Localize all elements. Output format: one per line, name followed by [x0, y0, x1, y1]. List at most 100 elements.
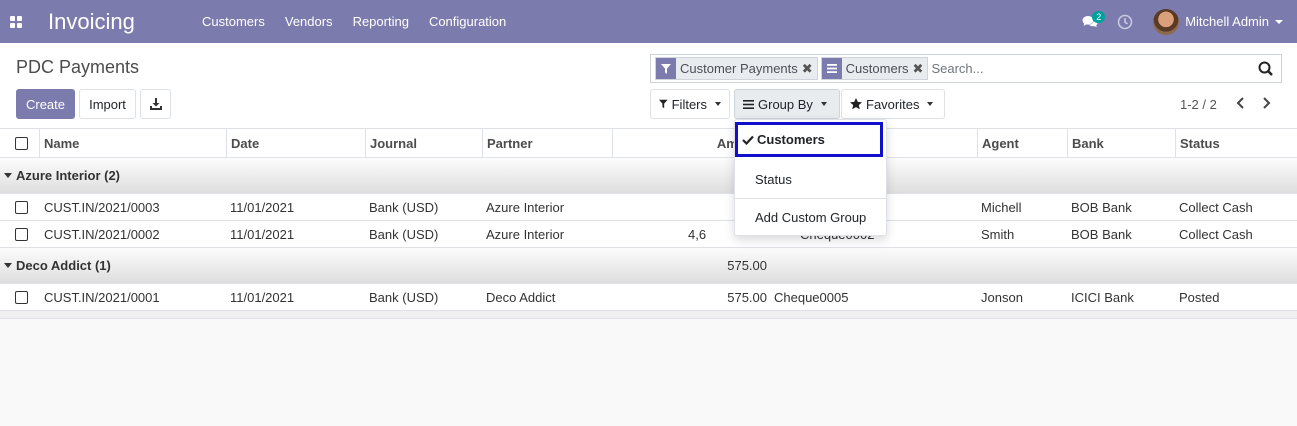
column-header-date[interactable]: Date [227, 129, 366, 158]
filter-icon [659, 99, 668, 109]
group-total-amount: 575.00 [727, 258, 767, 273]
pager-previous-icon[interactable] [1232, 95, 1248, 111]
caret-down-icon [820, 102, 827, 106]
row-checkbox[interactable] [15, 290, 28, 304]
cell-partner: Azure Interior [486, 226, 565, 242]
filters-button[interactable]: Filters [650, 89, 730, 119]
table-footer [0, 311, 1297, 319]
row-checkbox[interactable] [15, 227, 28, 241]
main-menu: Customers Vendors Reporting Configuratio… [192, 14, 516, 29]
remove-facet-icon[interactable]: ✖ [913, 58, 928, 79]
cell-status: Collect Cash [1179, 199, 1253, 215]
column-header-agent[interactable]: Agent [978, 129, 1068, 158]
messaging-icon[interactable]: 2 [1075, 0, 1106, 43]
group-by-icon [743, 99, 754, 109]
menu-reporting[interactable]: Reporting [343, 14, 419, 29]
cell-journal: Bank (USD) [369, 199, 439, 215]
cell-bank: BOB Bank [1071, 199, 1132, 215]
group-row-deco-addict[interactable]: Deco Addict (1) 575.00 [0, 248, 1297, 284]
group-by-option-customers[interactable]: Customers [735, 122, 883, 157]
download-icon [149, 98, 162, 110]
table-header: Name Date Journal Partner Amount Agent B… [0, 129, 1297, 158]
group-header: Deco Addict (1) [4, 248, 111, 283]
activity-clock-icon[interactable] [1117, 14, 1133, 30]
column-header-status[interactable]: Status [1176, 129, 1297, 158]
caret-down-icon [4, 173, 12, 178]
add-custom-group-option[interactable]: Add Custom Group [735, 204, 886, 230]
top-navbar: Invoicing Customers Vendors Reporting Co… [0, 0, 1297, 43]
cell-status: Collect Cash [1179, 226, 1253, 242]
user-name[interactable]: Mitchell Admin [1185, 14, 1269, 29]
cell-name: CUST.IN/2021/0001 [44, 289, 160, 305]
menu-vendors[interactable]: Vendors [275, 14, 343, 29]
group-label: Deco Addict (1) [16, 258, 111, 273]
menu-configuration[interactable]: Configuration [419, 14, 516, 29]
search-facet-filter: Customer Payments ✖ [655, 57, 818, 80]
app-menu-icon[interactable] [0, 0, 32, 43]
group-by-label: Group By [758, 96, 813, 112]
cell-amount: 575.00 [727, 289, 767, 305]
cell-cheque: Cheque0005 [774, 289, 849, 305]
group-by-option-status[interactable]: Status [735, 166, 886, 192]
cell-journal: Bank (USD) [369, 289, 439, 305]
search-input[interactable] [931, 57, 1253, 80]
cell-name: CUST.IN/2021/0002 [44, 226, 160, 242]
cell-date: 11/01/2021 [230, 289, 295, 305]
column-header-journal[interactable]: Journal [366, 129, 483, 158]
cell-agent: Jonson [981, 289, 1023, 305]
create-button[interactable]: Create [16, 89, 75, 119]
table-row[interactable]: CUST.IN/2021/0001 11/01/2021 Bank (USD) … [0, 284, 1297, 311]
favorites-button[interactable]: Favorites [841, 89, 945, 119]
app-title[interactable]: Invoicing [48, 9, 176, 35]
search-icon[interactable] [1253, 57, 1277, 81]
dropdown-divider [735, 198, 886, 199]
user-avatar[interactable] [1153, 8, 1180, 35]
export-button[interactable] [140, 89, 171, 119]
star-icon [850, 98, 862, 110]
group-by-button[interactable]: Group By [734, 89, 840, 119]
pager-next-icon[interactable] [1259, 95, 1275, 111]
row-checkbox[interactable] [15, 200, 28, 214]
search-facet-group-by: Customers ✖ [820, 57, 929, 80]
check-icon [742, 135, 754, 145]
cell-status: Posted [1179, 289, 1220, 305]
import-button[interactable]: Import [79, 89, 136, 119]
page-title: PDC Payments [16, 57, 140, 77]
cell-date: 11/01/2021 [230, 199, 295, 215]
cell-name: CUST.IN/2021/0003 [44, 199, 160, 215]
favorites-label: Favorites [866, 96, 920, 112]
group-header: Azure Interior (2) [4, 158, 120, 193]
select-all-checkbox[interactable] [15, 137, 28, 150]
column-header-partner[interactable]: Partner [483, 129, 613, 158]
systray: 2 Mitchell Admin [1075, 0, 1297, 43]
table-row[interactable]: CUST.IN/2021/0003 11/01/2021 Bank (USD) … [0, 194, 1297, 221]
group-by-dropdown: Customers Status Add Custom Group [734, 119, 887, 236]
facet-label: Customers [845, 61, 909, 76]
group-row-azure-interior[interactable]: Azure Interior (2) 5,0 [0, 158, 1297, 194]
option-label: Customers [757, 132, 825, 147]
facet-label: Customer Payments [680, 61, 798, 76]
group-label: Azure Interior (2) [16, 168, 121, 183]
cell-amount: 4,6 [688, 226, 707, 242]
filters-label: Filters [671, 96, 707, 112]
remove-facet-icon[interactable]: ✖ [802, 58, 817, 79]
cell-partner: Azure Interior [486, 199, 565, 215]
message-count-badge: 2 [1092, 11, 1106, 23]
cell-date: 11/01/2021 [230, 226, 295, 242]
list-view-table: Name Date Journal Partner Amount Agent B… [0, 129, 1297, 319]
column-header-name[interactable]: Name [40, 129, 227, 158]
menu-customers[interactable]: Customers [192, 14, 275, 29]
filter-icon [656, 58, 676, 79]
caret-down-icon [715, 102, 721, 106]
user-menu-caret-icon[interactable] [1275, 19, 1283, 24]
table-row[interactable]: CUST.IN/2021/0002 11/01/2021 Bank (USD) … [0, 221, 1297, 248]
pager-value[interactable]: 1-2 / 2 [1180, 97, 1217, 112]
cell-bank: BOB Bank [1071, 226, 1132, 242]
cell-partner: Deco Addict [486, 289, 556, 305]
cell-agent: Smith [981, 226, 1015, 242]
search-bar: Customer Payments ✖ Customers ✖ [650, 54, 1282, 83]
group-by-icon [821, 58, 842, 79]
column-header-bank[interactable]: Bank [1068, 129, 1176, 158]
caret-down-icon [4, 263, 12, 268]
cell-bank: ICICI Bank [1071, 289, 1134, 305]
